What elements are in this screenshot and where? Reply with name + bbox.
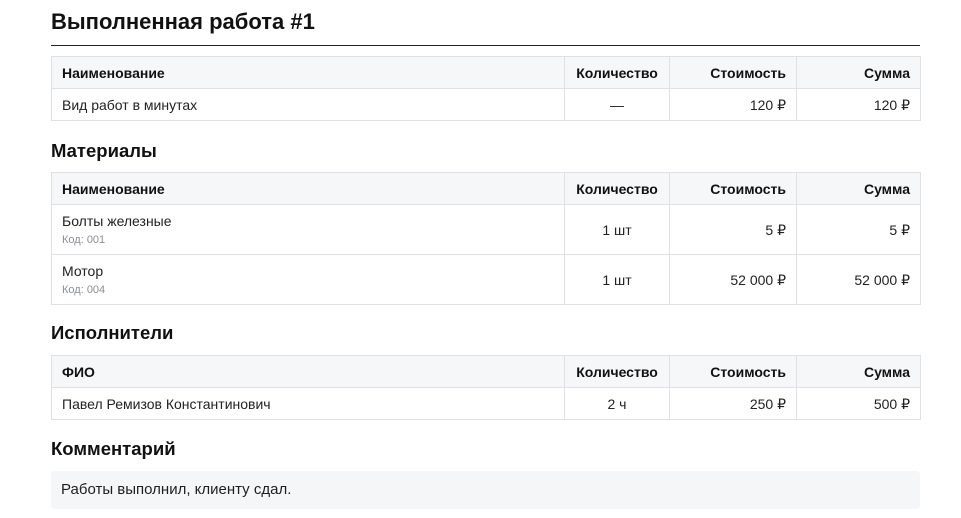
material-code: Код: 004 [62, 283, 106, 296]
work-cost-cell: 120 ₽ [669, 88, 797, 121]
executor-name-cell: Павел Ремизов Константинович [51, 387, 565, 420]
column-header-cost: Стоимость [669, 56, 797, 89]
column-header-quantity: Количество [564, 172, 670, 205]
comment-text: Работы выполнил, клиенту сдал. [51, 471, 920, 509]
material-cost-cell: 52 000 ₽ [669, 254, 797, 305]
material-name: Болты железные [62, 212, 172, 229]
column-header-quantity: Количество [564, 355, 670, 388]
page-title: Выполненная работа #1 [51, 9, 315, 34]
work-name-cell: Вид работ в минутах [51, 88, 565, 121]
work-qty-cell: — [564, 88, 670, 121]
material-sum-cell: 5 ₽ [796, 204, 921, 255]
material-name: Мотор [62, 262, 104, 279]
title-divider [51, 45, 920, 46]
table-header-row: Наименование Количество Стоимость Сумма [51, 172, 921, 205]
column-header-sum: Сумма [796, 172, 921, 205]
material-name-cell: Мотор Код: 004 [51, 254, 565, 305]
materials-section-title: Материалы [51, 140, 157, 161]
material-cost-cell: 5 ₽ [669, 204, 797, 255]
material-sum-cell: 52 000 ₽ [796, 254, 921, 305]
table-header-row: ФИО Количество Стоимость Сумма [51, 355, 921, 388]
table-row: Мотор Код: 004 1 шт 52 000 ₽ 52 000 ₽ [51, 254, 921, 305]
column-header-name: Наименование [51, 56, 565, 89]
material-qty-cell: 1 шт [564, 204, 670, 255]
column-header-cost: Стоимость [669, 355, 797, 388]
table-header-row: Наименование Количество Стоимость Сумма [51, 56, 921, 89]
table-row: Вид работ в минутах — 120 ₽ 120 ₽ [51, 88, 921, 121]
material-name-cell: Болты железные Код: 001 [51, 204, 565, 255]
work-report-page: Выполненная работа #1 Наименование Колич… [0, 0, 961, 518]
executors-section-title: Исполнители [51, 322, 174, 343]
column-header-fio: ФИО [51, 355, 565, 388]
material-qty-cell: 1 шт [564, 254, 670, 305]
comment-section-title: Комментарий [51, 438, 176, 459]
column-header-name: Наименование [51, 172, 565, 205]
table-row: Павел Ремизов Константинович 2 ч 250 ₽ 5… [51, 387, 921, 420]
executors-table: ФИО Количество Стоимость Сумма Павел Рем… [51, 355, 921, 420]
table-row: Болты железные Код: 001 1 шт 5 ₽ 5 ₽ [51, 204, 921, 255]
material-code: Код: 001 [62, 233, 106, 246]
column-header-sum: Сумма [796, 355, 921, 388]
executor-sum-cell: 500 ₽ [796, 387, 921, 420]
column-header-sum: Сумма [796, 56, 921, 89]
column-header-cost: Стоимость [669, 172, 797, 205]
executor-qty-cell: 2 ч [564, 387, 670, 420]
work-table: Наименование Количество Стоимость Сумма … [51, 56, 921, 121]
work-sum-cell: 120 ₽ [796, 88, 921, 121]
materials-table: Наименование Количество Стоимость Сумма … [51, 172, 921, 305]
executor-cost-cell: 250 ₽ [669, 387, 797, 420]
column-header-quantity: Количество [564, 56, 670, 89]
